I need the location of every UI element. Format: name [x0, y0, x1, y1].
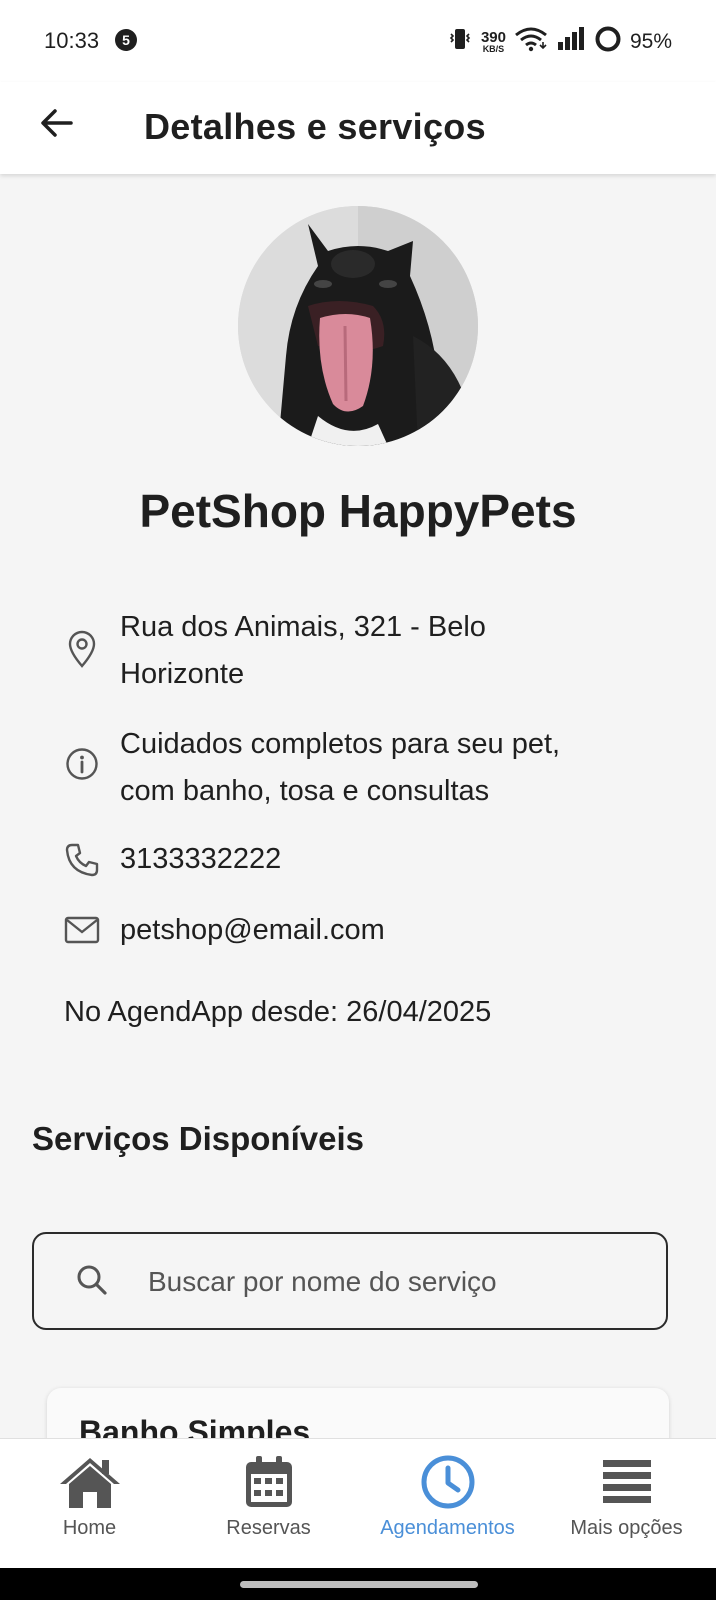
battery-ring-icon [594, 25, 622, 58]
signal-icon [556, 26, 586, 57]
vibrate-icon [447, 26, 473, 57]
shop-name: PetShop HappyPets [139, 485, 577, 537]
system-gesture-area [0, 1568, 716, 1600]
net-speed-value: 390 [480, 28, 506, 46]
description-line2: com banho, tosa e consultas [120, 775, 490, 807]
phone-row[interactable]: 3133332222 [64, 836, 664, 883]
address-line1: Rua dos Animais, 321 - Belo [120, 611, 486, 643]
nav-label-reservas: Reservas [226, 1517, 311, 1539]
description-text: Cuidados completos para seu pet, com ban… [120, 721, 560, 815]
address-row: Rua dos Animais, 321 - Belo Horizonte [64, 604, 664, 698]
calendar-icon [243, 1451, 295, 1513]
page-title: Detalhes e serviços [144, 106, 486, 147]
status-time: 10:33 [44, 28, 100, 53]
nav-label-agendamentos: Agendamentos [380, 1517, 515, 1539]
back-button[interactable] [32, 100, 82, 150]
battery-percentage: 95% [629, 29, 672, 53]
service-card[interactable]: Banho Simples [47, 1388, 669, 1438]
nav-item-agendamentos[interactable]: Agendamentos [358, 1439, 537, 1568]
nav-item-home[interactable]: Home [0, 1439, 179, 1568]
net-speed-unit: KB/S [482, 43, 505, 54]
net-speed: 390 KB/S [481, 30, 506, 54]
nav-item-mais-opcoes[interactable]: Mais opções [537, 1439, 716, 1568]
email-text: petshop@email.com [120, 914, 385, 946]
description-row: Cuidados completos para seu pet, com ban… [64, 721, 664, 815]
email-row[interactable]: petshop@email.com [64, 907, 664, 954]
status-icons: 390 KB/S 95% [447, 25, 672, 58]
nav-item-reservas[interactable]: Reservas [179, 1439, 358, 1568]
status-bar: 10:33 5 390 KB/S 95% [0, 0, 716, 82]
service-search-input[interactable] [148, 1258, 648, 1306]
services-section-title: Serviços Disponíveis [32, 1120, 364, 1157]
nav-label-home: Home [62, 1517, 117, 1539]
mail-icon [64, 916, 100, 944]
home-icon [58, 1451, 122, 1513]
menu-icon [601, 1451, 653, 1513]
wifi-icon [514, 26, 548, 57]
service-search-box[interactable] [32, 1232, 668, 1330]
nav-label-mais-opcoes: Mais opções [570, 1517, 683, 1539]
phone-icon [64, 842, 100, 878]
search-icon [76, 1264, 108, 1301]
bottom-navigation: Home Reservas Agendamentos Mais opções [0, 1438, 716, 1568]
address-line2: Horizonte [120, 658, 245, 690]
description-line1: Cuidados completos para seu pet, [120, 728, 561, 760]
phone-text: 3133332222 [120, 843, 282, 875]
clock-icon [420, 1451, 476, 1513]
notification-count-badge: 5 [115, 29, 137, 51]
info-icon [64, 747, 100, 781]
shop-avatar [238, 206, 478, 446]
service-card-title: Banho Simples [79, 1414, 311, 1438]
arrow-left-icon [39, 105, 75, 146]
member-since-text: No AgendApp desde: 26/04/2025 [64, 996, 492, 1028]
content-scroll-area[interactable]: PetShop HappyPets Rua dos Animais, 321 -… [0, 174, 716, 1438]
app-bar: Detalhes e serviços [0, 82, 716, 174]
location-pin-icon [64, 630, 100, 668]
address-text: Rua dos Animais, 321 - Belo Horizonte [120, 604, 486, 698]
gesture-handle[interactable] [240, 1581, 478, 1588]
